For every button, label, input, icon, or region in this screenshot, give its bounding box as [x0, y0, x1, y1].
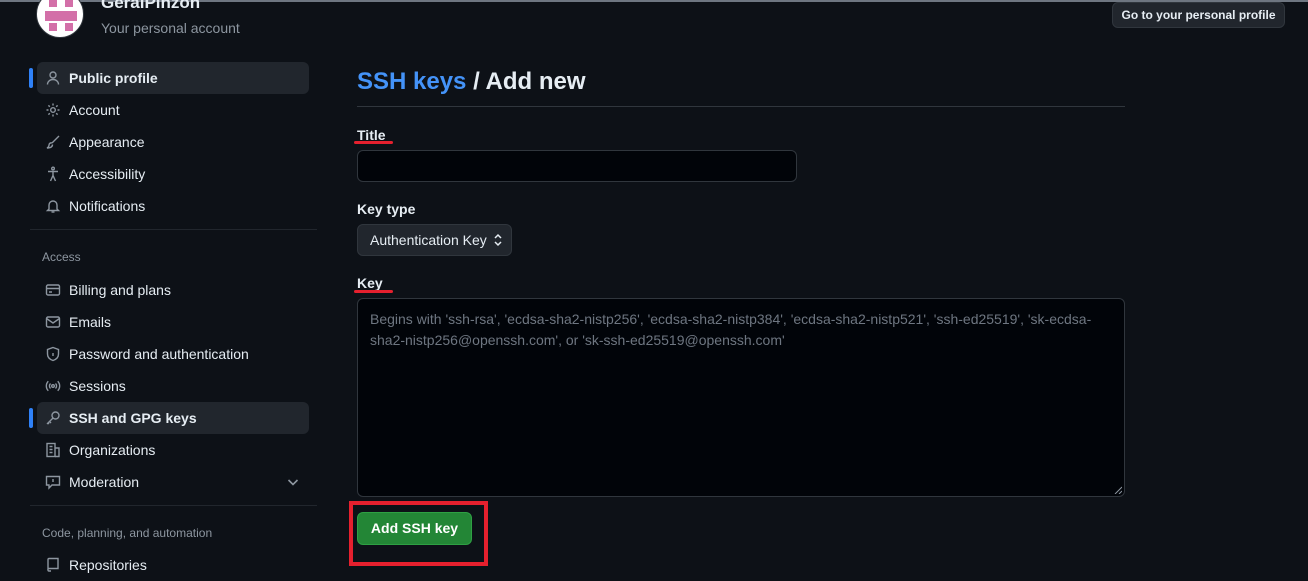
sidebar-item-moderation[interactable]: Moderation: [37, 466, 309, 498]
paintbrush-icon: [45, 134, 61, 150]
sidebar-item-label: SSH and GPG keys: [69, 410, 197, 426]
sidebar-item-notifications[interactable]: Notifications: [37, 190, 309, 222]
key-textarea[interactable]: Begins with 'ssh-rsa', 'ecdsa-sha2-nistp…: [357, 298, 1125, 497]
access-heading: Access: [42, 250, 81, 264]
bell-icon: [45, 198, 61, 214]
sidebar-item-label: Account: [69, 102, 120, 118]
sidebar-item-label: Notifications: [69, 198, 146, 214]
add-ssh-key-button[interactable]: Add SSH key: [357, 512, 472, 545]
active-indicator: [29, 68, 33, 88]
account-name: GeralPinzon: [101, 0, 201, 12]
key-label: Key: [357, 275, 383, 291]
account-subtitle: Your personal account: [101, 20, 240, 36]
sidebar-item-public-profile[interactable]: Public profile: [29, 62, 309, 94]
accessibility-icon: [45, 166, 61, 182]
page-title-rest: / Add new: [466, 68, 586, 95]
mail-icon: [45, 314, 61, 330]
select-arrows-icon: [494, 233, 502, 247]
gear-icon: [45, 102, 61, 118]
resize-handle-icon[interactable]: [1114, 486, 1122, 494]
sidebar-item-organizations[interactable]: Organizations: [37, 434, 309, 466]
sidebar-item-password[interactable]: Password and authentication: [37, 338, 309, 370]
sidebar-item-account[interactable]: Account: [37, 94, 309, 126]
code-planning-heading: Code, planning, and automation: [42, 526, 213, 540]
report-icon: [45, 474, 61, 490]
sidebar-item-appearance[interactable]: Appearance: [37, 126, 309, 158]
sidebar-item-label: Organizations: [69, 442, 156, 458]
breadcrumb-ssh-keys[interactable]: SSH keys: [357, 68, 466, 95]
key-type-label: Key type: [357, 201, 416, 217]
key-type-value: Authentication Key: [370, 232, 487, 248]
sidebar-divider: [30, 229, 317, 230]
sidebar-item-billing[interactable]: Billing and plans: [37, 274, 309, 306]
credit-card-icon: [45, 282, 61, 298]
key-type-select[interactable]: Authentication Key: [357, 224, 512, 256]
organization-icon: [45, 442, 61, 458]
shield-lock-icon: [45, 346, 61, 362]
sidebar-item-label: Accessibility: [69, 166, 146, 182]
key-placeholder: Begins with 'ssh-rsa', 'ecdsa-sha2-nistp…: [370, 311, 1092, 348]
sidebar-item-label: Sessions: [69, 378, 126, 394]
broadcast-icon: [45, 378, 61, 394]
title-divider: [357, 106, 1125, 107]
person-icon: [45, 70, 61, 86]
sidebar-item-label: Emails: [69, 314, 112, 330]
page-title: SSH keys / Add new: [357, 68, 586, 96]
title-input[interactable]: [357, 150, 797, 182]
sidebar-item-label: Public profile: [69, 70, 158, 86]
annotation-underline: [354, 290, 393, 293]
sidebar-item-repositories[interactable]: Repositories: [37, 549, 309, 581]
sidebar-item-sessions[interactable]: Sessions: [37, 370, 309, 402]
sidebar-item-label: Moderation: [69, 474, 140, 490]
sidebar-item-label: Billing and plans: [69, 282, 171, 298]
sidebar-item-label: Appearance: [69, 134, 145, 150]
annotation-underline: [354, 141, 393, 144]
sidebar-item-ssh-gpg-keys[interactable]: SSH and GPG keys: [29, 402, 309, 434]
sidebar-item-emails[interactable]: Emails: [37, 306, 309, 338]
personal-profile-button[interactable]: Go to your personal profile: [1112, 2, 1285, 28]
key-icon: [45, 410, 61, 426]
sidebar-item-label: Password and authentication: [69, 346, 249, 362]
sidebar-divider: [30, 505, 317, 506]
avatar[interactable]: [36, 0, 84, 38]
chevron-down-icon[interactable]: [285, 474, 301, 490]
active-indicator: [29, 408, 33, 428]
sidebar-item-accessibility[interactable]: Accessibility: [37, 158, 309, 190]
